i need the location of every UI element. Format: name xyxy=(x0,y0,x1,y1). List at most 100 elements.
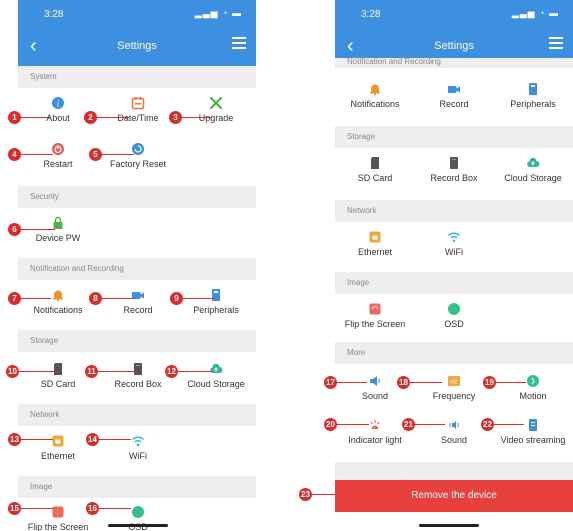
home-indicator xyxy=(108,524,168,527)
item-factory-reset[interactable]: Factory Reset xyxy=(98,142,178,169)
callout-badge: 4 xyxy=(8,148,21,161)
item-record[interactable]: Record xyxy=(98,288,178,315)
section-more: More xyxy=(335,342,573,364)
callout-line xyxy=(410,382,442,383)
status-time: 3:28 xyxy=(44,9,64,20)
item-wifi[interactable]: WiFi xyxy=(414,230,494,257)
page-title: Settings xyxy=(117,40,157,52)
item-label: Upgrade xyxy=(198,113,234,123)
osd-icon xyxy=(448,303,460,315)
section-storage: Storage xyxy=(18,330,256,352)
flip-screen-icon xyxy=(369,303,381,315)
signal-wifi-battery-icon: ▂▃▅ ◔ ▬ xyxy=(194,8,242,18)
motion-icon xyxy=(527,375,539,387)
flip-screen-icon xyxy=(52,506,64,518)
callout-line xyxy=(21,117,51,118)
item-cloud-storage[interactable]: Cloud Storage xyxy=(176,362,256,389)
item-peripherals[interactable]: Peripherals xyxy=(493,82,573,109)
status-time: 3:28 xyxy=(361,9,381,20)
callout-badge: 1 xyxy=(8,111,21,124)
item-label: Peripherals xyxy=(510,99,556,109)
item-label: Record xyxy=(439,99,469,109)
home-indicator xyxy=(419,524,479,527)
item-datetime[interactable]: Date/Time xyxy=(98,96,178,123)
item-record-box[interactable]: Record Box xyxy=(414,156,494,183)
item-ethernet[interactable]: Ethernet xyxy=(335,230,415,257)
callout-badge: 19 xyxy=(483,376,496,389)
sound-waves-icon xyxy=(449,421,459,429)
record-box-icon xyxy=(134,363,142,375)
item-label: WiFi xyxy=(445,247,463,257)
cloud-icon xyxy=(210,363,223,373)
sd-card-icon xyxy=(54,363,62,375)
callout-line xyxy=(99,508,131,509)
item-label: SD Card xyxy=(40,379,76,389)
osd-icon xyxy=(132,506,144,518)
item-frequency[interactable]: Hz Frequency xyxy=(414,374,494,401)
svg-text:Hz: Hz xyxy=(450,380,457,386)
remove-device-button[interactable]: Remove the device xyxy=(335,480,573,512)
item-label: Record Box xyxy=(430,173,478,183)
item-notifications[interactable]: Notifications xyxy=(335,82,415,109)
tools-icon xyxy=(209,96,223,110)
callout-badge: 21 xyxy=(402,418,415,431)
section-image: Image xyxy=(18,476,256,498)
item-label: Sound xyxy=(440,435,468,445)
item-cloud-storage[interactable]: Cloud Storage xyxy=(493,156,573,183)
callout-badge: 3 xyxy=(169,111,182,124)
callout-line xyxy=(183,298,215,299)
item-upgrade[interactable]: Upgrade xyxy=(176,96,256,123)
section-system: System xyxy=(18,66,256,88)
item-record[interactable]: Record xyxy=(414,82,494,109)
right-phone-screen: 3:28 ▂▃▅ ◔ ▬ ‹ Settings Notification and… xyxy=(335,0,573,531)
callout-line xyxy=(99,439,131,440)
item-label: SD Card xyxy=(357,173,393,183)
item-osd[interactable]: OSD xyxy=(414,302,494,329)
item-restart[interactable]: Restart xyxy=(18,142,98,169)
bell-icon xyxy=(370,84,380,96)
item-motion[interactable]: Motion xyxy=(493,374,573,401)
video-camera-icon xyxy=(132,292,144,299)
section-spacer xyxy=(335,462,573,480)
item-label: Notifications xyxy=(350,99,400,109)
item-video-streaming[interactable]: Video streaming xyxy=(493,418,573,445)
hz-icon: Hz xyxy=(448,376,460,386)
menu-icon[interactable] xyxy=(549,37,563,49)
callout-badge: 18 xyxy=(397,376,410,389)
section-security: Security xyxy=(18,186,256,208)
menu-icon[interactable] xyxy=(232,37,246,49)
item-sd-card[interactable]: SD Card xyxy=(335,156,415,183)
item-label: Record xyxy=(123,305,153,315)
callout-badge: 10 xyxy=(6,365,19,378)
page-title: Settings xyxy=(434,40,474,52)
status-bar: 3:28 ▂▃▅ ◔ ▬ xyxy=(335,0,573,28)
callout-badge: 5 xyxy=(89,148,102,161)
item-label: Date/Time xyxy=(117,113,159,123)
callout-badge: 2 xyxy=(84,111,97,124)
item-label: Ethernet xyxy=(40,451,76,461)
callout-badge: 16 xyxy=(86,502,99,515)
callout-line xyxy=(21,508,53,509)
left-phone-screen: 3:28 ▂▃▅ ◔ ▬ ‹ Settings System i About D… xyxy=(18,0,256,531)
item-label: Peripherals xyxy=(193,305,239,315)
section-notif-partial: Notification and Recording xyxy=(335,58,573,68)
record-box-icon xyxy=(450,157,458,169)
item-flip-screen[interactable]: Flip the Screen xyxy=(335,302,415,329)
callout-line xyxy=(102,298,134,299)
callout-badge: 17 xyxy=(324,376,337,389)
callout-line xyxy=(178,371,212,372)
item-label: Record Box xyxy=(114,379,162,389)
video-camera-icon xyxy=(448,86,460,93)
callout-badge: 14 xyxy=(86,433,99,446)
nav-bar: ‹ Settings xyxy=(18,28,256,66)
bell-icon xyxy=(53,290,63,302)
item-label: Device PW xyxy=(35,233,81,243)
item-label: Motion xyxy=(519,391,547,401)
item-peripherals[interactable]: Peripherals xyxy=(176,288,256,315)
item-notifications[interactable]: Notifications xyxy=(18,288,98,315)
status-bar: 3:28 ▂▃▅ ◔ ▬ xyxy=(18,0,256,28)
info-icon: i xyxy=(52,97,64,109)
callout-badge: 15 xyxy=(8,502,21,515)
power-icon xyxy=(52,143,64,155)
lock-icon xyxy=(53,216,63,229)
